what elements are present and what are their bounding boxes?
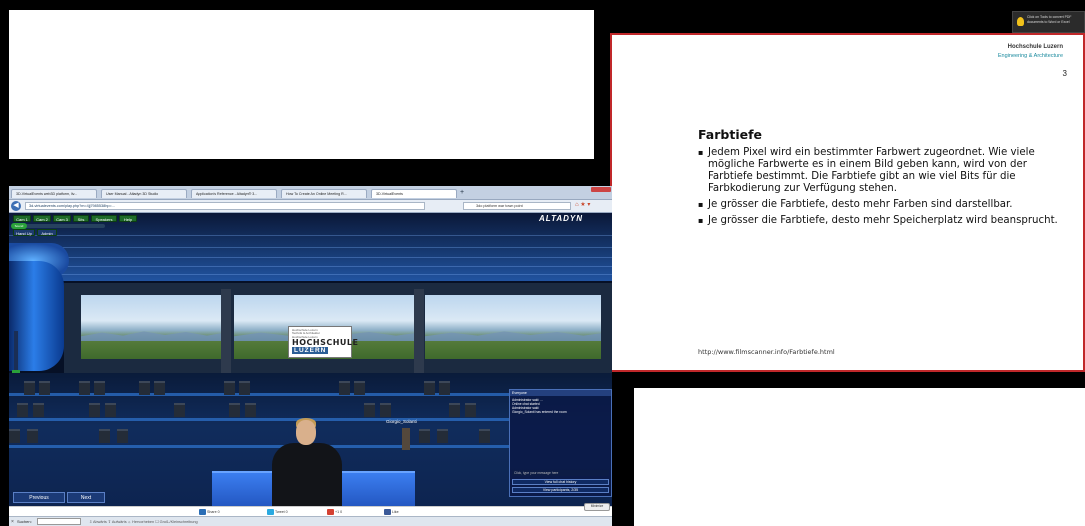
other-avatar[interactable]	[402, 428, 410, 450]
address-bar[interactable]: 3d-virtualevents.com/play.php?m=4jj79855…	[25, 202, 425, 210]
help-button[interactable]: Help	[119, 215, 137, 222]
navigation-bar: ◀ 3d-virtualevents.com/play.php?m=4jj798…	[9, 200, 612, 213]
minimize-button[interactable]: Minimize	[584, 503, 610, 511]
chat-messages: Administrator said: ... Online chat star…	[512, 398, 609, 414]
find-options[interactable]: ⇩ Abwärts ⇧ Aufwärts ☼ Hervorheben ☐ Gro…	[89, 519, 198, 524]
avatar-head	[296, 420, 316, 445]
home-icon[interactable]: ⌂ ★ ▾	[575, 201, 590, 208]
browser-window: 3D-VirtualEvents web3D platform, liv... …	[9, 186, 612, 526]
facebook-icon	[384, 509, 391, 515]
tweet-button[interactable]: Tweet 0	[267, 509, 288, 515]
chat-message: Giorgio_Solanti has entered the room	[512, 410, 567, 414]
chat-history-button[interactable]: View full chat history	[512, 479, 609, 485]
slide-logo-department: Engineering & Architecture	[997, 53, 1063, 59]
twitter-icon	[267, 509, 274, 515]
linkedin-icon	[199, 509, 206, 515]
close-icon[interactable]: ×	[11, 519, 14, 525]
participants-button[interactable]: View participants, 2/35	[512, 487, 609, 493]
slide-page-number: 3	[1062, 69, 1067, 78]
user-avatar	[272, 443, 342, 506]
cam2-button[interactable]: Cam 2	[33, 215, 51, 222]
back-button[interactable]: ◀	[11, 201, 21, 211]
blank-panel-top	[9, 10, 594, 159]
window-close-icon[interactable]	[591, 187, 611, 192]
browser-tab[interactable]: Application's Reference - Altadyn® 3...	[191, 189, 277, 198]
search-input[interactable]: 3do platform war town point	[463, 202, 571, 210]
slide-bullet: Jedem Pixel wird ein bestimmter Farbwert…	[698, 147, 1068, 195]
chat-input[interactable]: Click, type your message here	[512, 470, 609, 476]
blank-panel-bottom	[634, 388, 1085, 526]
chat-header[interactable]: Everyone	[510, 390, 611, 396]
speakers-button[interactable]: Speakers	[91, 215, 117, 222]
virtual-event-scene[interactable]: Cam 1 Cam 2 Cam 3 Sits Speakers Help Sou…	[9, 213, 612, 506]
cam1-button[interactable]: Cam 1	[13, 215, 31, 222]
plusone-button[interactable]: +1 0	[327, 509, 342, 515]
slide-bullet-list: Jedem Pixel wird ein bestimmter Farbwert…	[698, 147, 1068, 231]
panorama-screen-right	[425, 295, 601, 359]
share-button[interactable]: Share 0	[199, 509, 220, 515]
slide-bullet: Je grösser die Farbtiefe, desto mehr Far…	[698, 199, 1068, 211]
hochschule-sign: Hochschule Luzern Technik & Architektur …	[288, 326, 358, 358]
hand-up-button[interactable]: Hand Up	[13, 229, 35, 236]
browser-tab-active[interactable]: 3D-VirtualEvents	[371, 189, 457, 198]
admin-button[interactable]: Admin	[37, 229, 57, 236]
presentation-slide: Hochschule Luzern Engineering & Architec…	[610, 33, 1085, 372]
panorama-screen-left	[81, 295, 221, 359]
slide-bullet: Je grösser die Farbtiefe, desto mehr Spe…	[698, 215, 1068, 227]
lightbulb-icon	[1017, 17, 1024, 26]
avatar-name-label: Giorgio_Solanti	[386, 419, 417, 424]
chat-panel: Everyone Administrator said: ... Online …	[509, 389, 612, 497]
browser-tab[interactable]: User Manual - Altadyn 3D Studio	[101, 189, 187, 198]
slide-footer-url: http://www.filmscanner.info/Farbtiefe.ht…	[698, 348, 835, 356]
find-bar: × Suchen: ⇩ Abwärts ⇧ Aufwärts ☼ Hervorh…	[9, 516, 612, 526]
scene-toolbar: Cam 1 Cam 2 Cam 3 Sits Speakers Help	[13, 215, 173, 223]
gplus-icon	[327, 509, 334, 515]
next-button[interactable]: Next	[67, 492, 105, 503]
sits-button[interactable]: Sits	[73, 215, 89, 222]
find-input[interactable]	[37, 518, 81, 525]
find-label: Suchen:	[17, 519, 32, 524]
new-tab-button[interactable]: +	[460, 189, 468, 197]
tab-bar: 3D-VirtualEvents web3D platform, liv... …	[9, 186, 612, 200]
browser-tab[interactable]: How To Create An Online Meeting R...	[281, 189, 367, 198]
like-button[interactable]: Like	[384, 509, 399, 515]
sign-title: HOCHSCHULE	[292, 338, 359, 347]
slide-logo-name: Hochschule Luzern	[1007, 44, 1063, 50]
tooltip-text: Click on Tools to convert PDF documents …	[1027, 15, 1072, 24]
convert-tooltip[interactable]: Click on Tools to convert PDF documents …	[1012, 11, 1085, 33]
cam3-button[interactable]: Cam 3	[53, 215, 71, 222]
slide-title: Farbtiefe	[698, 127, 763, 142]
sign-subtitle: LUZERN	[292, 347, 329, 354]
previous-button[interactable]: Previous	[13, 492, 65, 503]
browser-tab[interactable]: 3D-VirtualEvents web3D platform, liv...	[11, 189, 97, 198]
altadyn-logo: ALTADYN	[539, 214, 584, 223]
